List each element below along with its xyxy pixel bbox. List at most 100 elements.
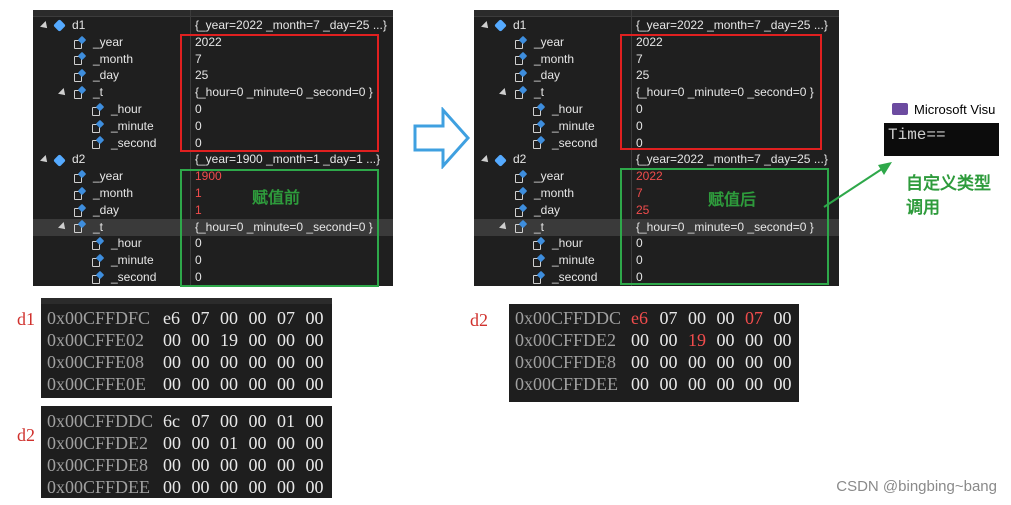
field-icon [91,137,103,150]
memory-byte: 00 [745,352,763,372]
memory-byte: 00 [688,308,706,328]
memory-byte: 00 [716,330,735,350]
field-icon [91,272,103,284]
memory-byte: 00 [248,411,267,431]
field-icon [73,37,85,49]
mem-d1-label: d1 [17,309,35,329]
memory-address: 0x00CFFDFC [47,308,151,328]
memory-byte: 00 [305,433,324,453]
watch-row-label: _minute [111,118,154,133]
memory-byte: 00 [773,308,792,328]
memory-byte: 00 [305,374,324,394]
memory-byte: 00 [191,433,210,453]
watch-row-label: d1 [513,18,527,32]
right-arrow-icon [413,107,471,169]
expand-triangle-icon[interactable] [481,20,491,31]
watch-row-name: _hour [518,236,583,250]
memory-address: 0x00CFFE0E [47,374,147,394]
memory-byte: 00 [773,374,792,394]
watch-row-name: _year [500,169,564,183]
field-icon [532,238,544,251]
watch-row[interactable]: d1 {_year=2022 _month=7 _day=25 ...} [33,17,393,34]
watch-row-label: _year [534,34,565,49]
annotation-before: 赋值前 [252,190,301,207]
memory-byte: 00 [277,477,295,497]
memory-byte: 00 [659,374,678,394]
memory-byte: 00 [163,330,181,350]
watch-row-label: _hour [111,236,142,251]
expand-triangle-icon[interactable] [58,222,68,233]
field-icon [73,70,85,83]
field-icon [73,87,85,100]
watch-row-value: {_year=2022 _month=7 _day=25 ...} [636,152,828,167]
memory-byte: 00 [305,352,324,372]
memory-byte: 00 [191,352,210,372]
watch-row-label: _month [534,51,575,66]
memory-byte: 00 [248,477,267,497]
field-icon [91,238,103,251]
memory-byte: 00 [659,352,678,372]
field-icon [514,188,526,200]
memory-byte: 00 [305,411,324,431]
memory-address: 0x00CFFDEE [515,374,619,394]
watch-row-name: _t [499,85,544,100]
watch-row-name: _day [500,68,560,82]
expand-triangle-icon[interactable] [40,155,50,166]
watch-row-label: _hour [552,102,583,116]
console-title-bar: Microsoft Visu [884,97,999,123]
memory-byte: 00 [305,455,324,475]
watch-row-label: _t [534,219,545,234]
watch-row-label: _year [93,169,124,184]
memory-byte: 00 [220,411,238,431]
watch-row-label: _second [552,270,598,284]
expand-triangle-icon[interactable] [40,20,50,31]
watch-row-name: _day [59,203,119,217]
watch-row-label: _day [93,202,120,217]
watch-row-name: d1 [481,18,527,33]
memory-byte: 01 [277,411,295,431]
watch-header [33,10,393,17]
watch-row-name: _t [58,220,103,234]
watch-row-name: _month [59,186,133,200]
memory-byte: 07 [745,308,763,328]
expand-triangle-icon[interactable] [499,88,509,98]
watch-row-label: _year [93,34,124,49]
expand-triangle-icon[interactable] [481,155,491,166]
expand-triangle-icon[interactable] [499,222,509,233]
memory-byte: 00 [277,330,295,350]
memory-byte: 07 [277,308,295,328]
field-icon [532,255,544,268]
watch-row-label: _month [534,186,575,200]
memory-byte: 00 [248,352,267,372]
field-icon [514,205,526,217]
field-icon [532,121,544,133]
memory-byte: 00 [277,374,295,394]
memory-byte: 00 [631,374,649,394]
memory-window-d2-before: 0x00CFFDDC 6c 07 00 00 01 00 0x00CFFDE2 00 00 01 00… [41,406,332,498]
memory-byte: 00 [745,374,763,394]
memory-byte: 00 [191,374,210,394]
memory-byte: 07 [191,308,210,328]
memory-byte: 00 [220,352,238,372]
memory-byte: 00 [220,374,238,394]
expand-triangle-icon[interactable] [58,88,68,98]
memory-address: 0x00CFFDE2 [515,330,617,350]
watch-row-name: _hour [77,236,142,250]
memory-byte: 00 [220,477,238,497]
watch-row-name: _year [59,169,123,183]
memory-byte: 00 [277,455,295,475]
memory-byte: 00 [745,330,763,350]
field-icon [514,171,526,184]
memory-byte: 6c [163,411,180,431]
field-icon [514,70,526,83]
watch-row-name: _minute [518,119,595,133]
memory-byte: 00 [220,308,238,328]
watch-row[interactable]: d2 {_year=2022 _month=7 _day=25 ...} [474,151,839,168]
field-icon [73,205,85,217]
watch-row-label: d2 [513,152,527,167]
memory-address: 0x00CFFDEE [47,477,151,497]
watch-row[interactable]: d2 {_year=1900 _month=1 _day=1 ...} [33,151,393,168]
field-icon [514,87,526,100]
watch-row[interactable]: d1 {_year=2022 _month=7 _day=25 ...} [474,17,839,34]
field-icon [532,137,544,150]
